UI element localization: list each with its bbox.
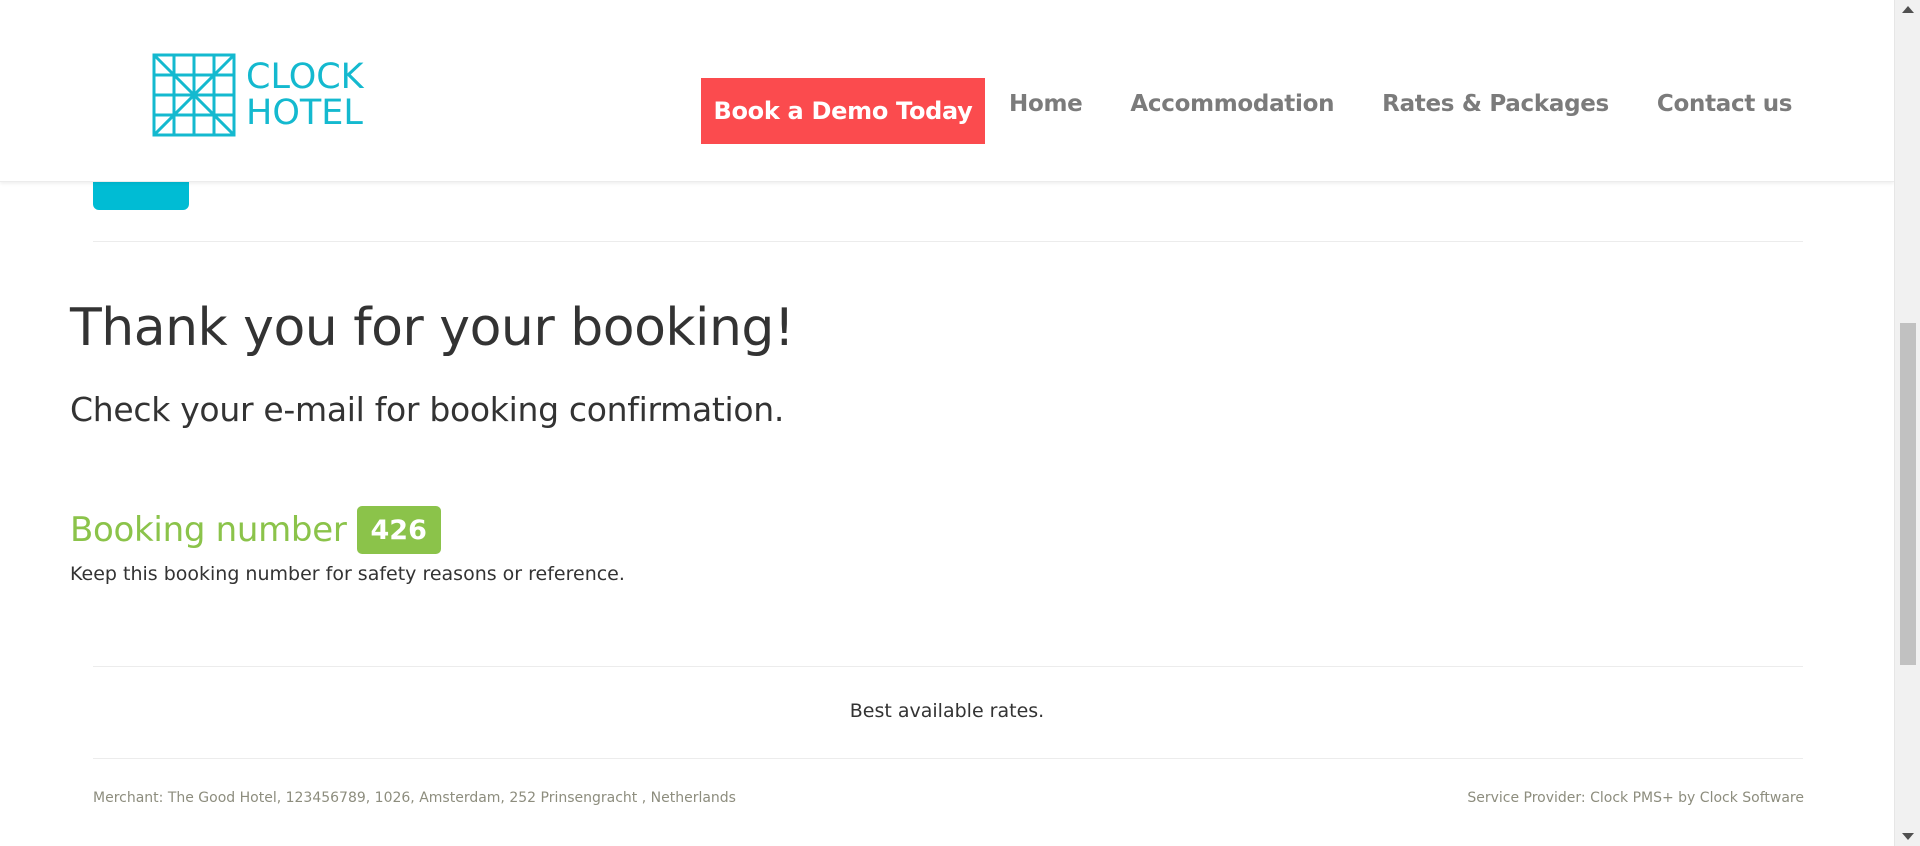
booking-number-badge: 426 [356,506,441,554]
nav-item-rates-packages[interactable]: Rates & Packages [1382,91,1609,117]
booking-number-label: Booking number [70,510,347,550]
divider [93,666,1803,667]
nav-item-home[interactable]: Home [1009,91,1083,117]
divider [93,241,1803,242]
best-rates-text: Best available rates. [849,700,1045,722]
divider [93,758,1803,759]
main-nav: Home Accommodation Rates & Packages Cont… [1009,84,1793,124]
site-logo[interactable]: CLOCK HOTEL [152,52,372,138]
logo-wordmark: CLOCK HOTEL [246,59,364,131]
site-header: CLOCK HOTEL Book a Demo Today Home Accom… [0,0,1894,182]
nav-item-contact-us[interactable]: Contact us [1657,91,1793,117]
book-demo-button[interactable]: Book a Demo Today [701,78,985,144]
page-subtitle: Check your e-mail for booking confirmati… [70,390,785,429]
page-title: Thank you for your booking! [70,298,795,358]
clock-hotel-logo-icon [152,53,236,137]
merchant-info: Merchant: The Good Hotel, 123456789, 102… [93,790,736,806]
page: CLOCK HOTEL Book a Demo Today Home Accom… [0,0,1920,846]
vertical-scrollbar[interactable] [1894,0,1920,846]
scroll-down-arrow-icon[interactable] [1902,833,1914,840]
logo-line-2: HOTEL [246,93,363,133]
nav-item-accommodation[interactable]: Accommodation [1130,91,1334,117]
scrollbar-thumb[interactable] [1900,323,1916,665]
service-provider-info: Service Provider: Clock PMS+ by Clock So… [1467,790,1804,806]
booking-note: Keep this booking number for safety reas… [70,563,625,585]
booking-number-row: Booking number 426 [70,506,441,554]
logo-line-1: CLOCK [246,57,364,97]
scroll-up-arrow-icon[interactable] [1902,6,1914,13]
